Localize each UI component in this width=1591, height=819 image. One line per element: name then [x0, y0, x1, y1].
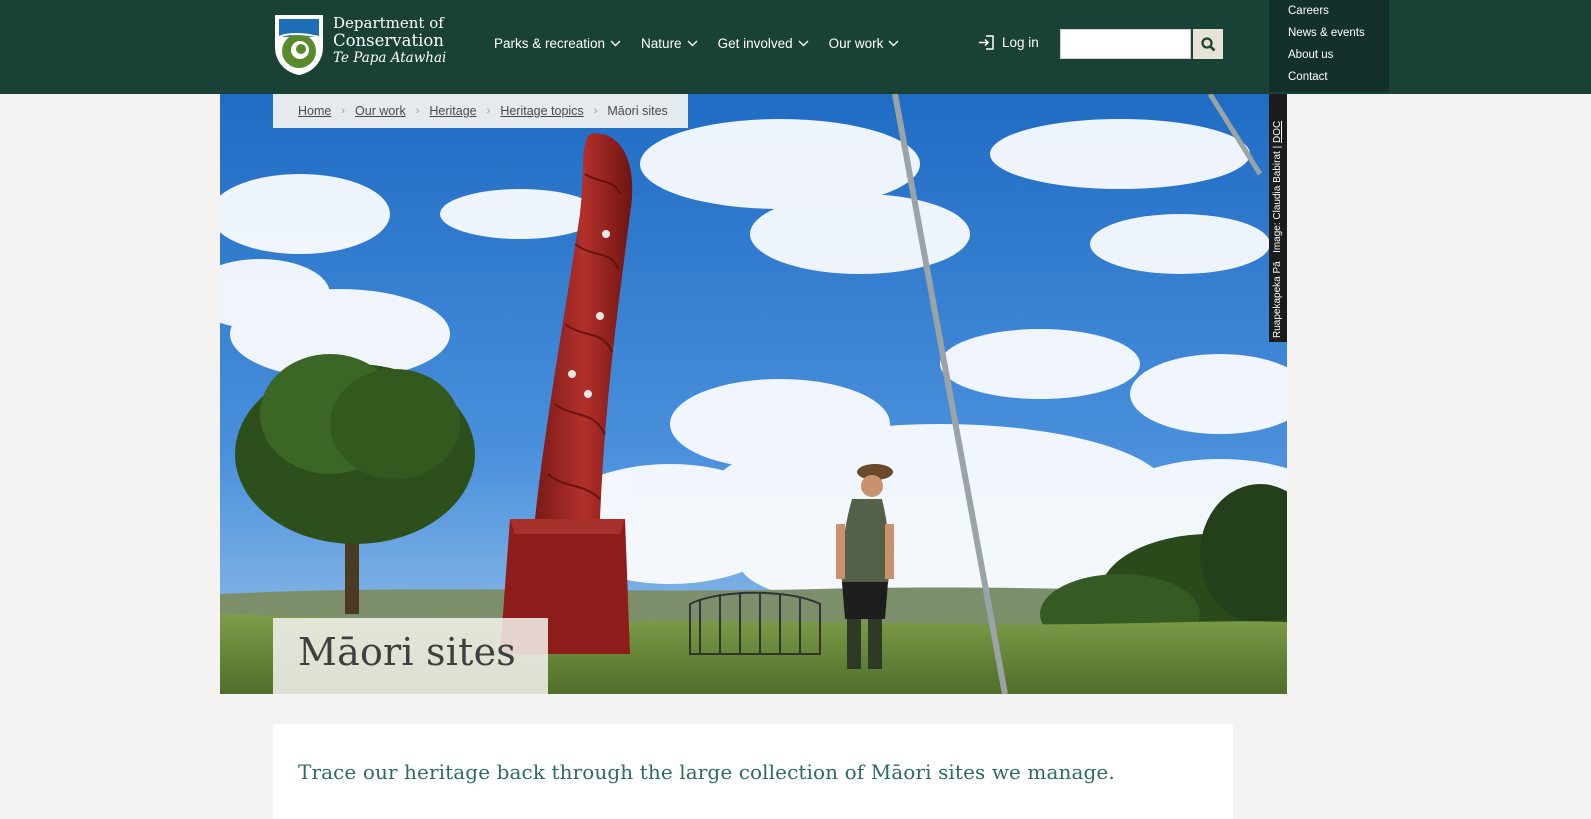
hero-image: [220, 94, 1287, 694]
nav-label: Get involved: [717, 36, 793, 51]
doc-shield-icon: [275, 15, 323, 75]
nav-label: Our work: [828, 36, 884, 51]
nav-label: Nature: [641, 36, 682, 51]
image-credit: Ruapekapeka Pā Image: Claudia Babirat | …: [1269, 94, 1287, 342]
logo-line-2: Conservation: [333, 30, 444, 50]
secondary-nav: Careers News & events About us Contact: [1269, 0, 1389, 92]
chevron-down-icon: [610, 40, 621, 47]
nav-nature[interactable]: Nature: [641, 36, 698, 51]
search-input[interactable]: [1060, 29, 1191, 59]
breadcrumb-heritage-topics[interactable]: Heritage topics: [500, 104, 583, 118]
login-icon: [979, 35, 994, 50]
image-credit-link[interactable]: DOC: [1272, 121, 1283, 143]
breadcrumb-heritage[interactable]: Heritage: [429, 104, 476, 118]
intro-card: Trace our heritage back through the larg…: [273, 724, 1233, 819]
image-credit-prefix: Image: Claudia Babirat |: [1272, 145, 1283, 253]
main-nav: Parks & recreation Nature Get involved O…: [494, 36, 919, 51]
secondary-nav-contact[interactable]: Contact: [1269, 70, 1389, 92]
nav-label: Parks & recreation: [494, 36, 606, 51]
image-credit-text: Ruapekapeka Pā Image: Claudia Babirat | …: [1270, 121, 1286, 338]
page-title-box: Māori sites: [273, 618, 548, 694]
chevron-down-icon: [798, 40, 809, 47]
login-label: Log in: [1002, 35, 1039, 50]
image-caption: Ruapekapeka Pā: [1272, 261, 1283, 338]
chevron-right-icon: ›: [593, 105, 598, 117]
page-title: Māori sites: [298, 630, 516, 674]
logo-line-1: Department of: [333, 14, 444, 32]
breadcrumb-home[interactable]: Home: [298, 104, 331, 118]
breadcrumb: Home › Our work › Heritage › Heritage to…: [273, 94, 688, 128]
secondary-nav-about-us[interactable]: About us: [1269, 48, 1389, 70]
login-link[interactable]: Log in: [978, 34, 1039, 51]
intro-text: Trace our heritage back through the larg…: [298, 760, 1115, 784]
breadcrumb-current: Māori sites: [607, 104, 668, 118]
chevron-down-icon: [687, 40, 698, 47]
hero-photo: [220, 94, 1287, 694]
site-header: Department of Conservation Te Papa Atawh…: [0, 0, 1591, 94]
nav-get-involved[interactable]: Get involved: [718, 36, 809, 51]
search-icon: [1200, 36, 1215, 51]
breadcrumb-our-work[interactable]: Our work: [355, 104, 406, 118]
nav-parks-recreation[interactable]: Parks & recreation: [494, 36, 621, 51]
logo-wordmark: Department of Conservation Te Papa Atawh…: [333, 14, 447, 67]
chevron-right-icon: ›: [486, 105, 491, 117]
chevron-right-icon: ›: [415, 105, 420, 117]
logo-line-3: Te Papa Atawhai: [333, 50, 447, 67]
secondary-nav-careers[interactable]: Careers: [1269, 4, 1389, 26]
doc-logo[interactable]: Department of Conservation Te Papa Atawh…: [273, 13, 453, 77]
search-button[interactable]: [1193, 29, 1223, 59]
chevron-down-icon: [888, 40, 899, 47]
secondary-nav-news-events[interactable]: News & events: [1269, 26, 1389, 48]
chevron-right-icon: ›: [341, 105, 346, 117]
nav-our-work[interactable]: Our work: [829, 36, 900, 51]
